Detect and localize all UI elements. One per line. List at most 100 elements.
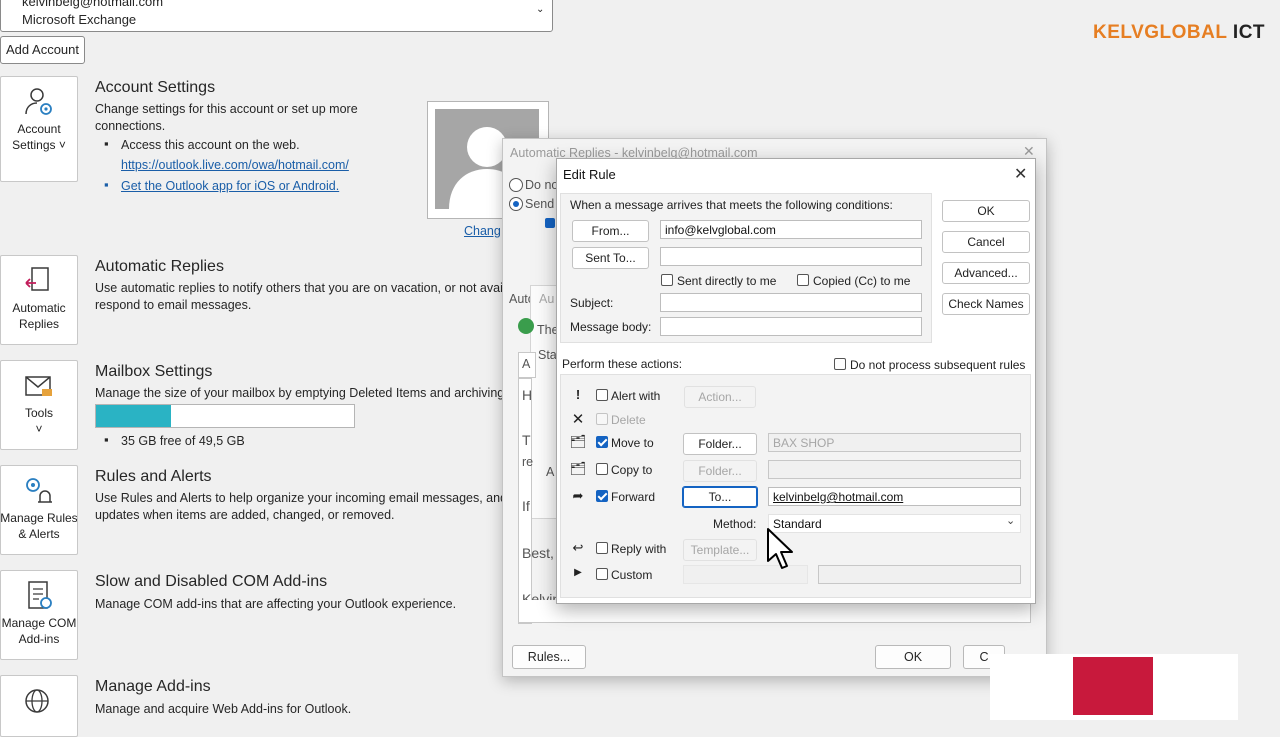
send-replies-radio[interactable] [509, 197, 523, 211]
copied-cc-checkbox[interactable] [797, 274, 809, 286]
alert-with-checkbox[interactable] [596, 389, 608, 401]
manage-rules-tile[interactable]: Manage Rules & Alerts [0, 465, 78, 555]
copy-to-label: Copy to [611, 463, 653, 477]
account-email: kelvinbelg@hotmail.com [22, 0, 164, 9]
manage-addins-title: Manage Add-ins [95, 678, 211, 695]
from-button[interactable]: From... [572, 220, 649, 242]
ghost-text: A [546, 465, 555, 479]
mailbox-settings-title: Mailbox Settings [95, 363, 213, 380]
move-folder-field[interactable]: BAX SHOP [768, 433, 1021, 452]
manage-addins-desc: Manage and acquire Web Add-ins for Outlo… [95, 702, 352, 716]
bullet-icon: ▪ [104, 177, 109, 192]
check-names-button[interactable]: Check Names [942, 293, 1030, 315]
chevron-down-icon[interactable]: ⌄ [1006, 514, 1015, 527]
copied-cc-label: Copied (Cc) to me [813, 274, 911, 288]
copy-folder-field[interactable] [768, 460, 1021, 479]
manage-addins-tile[interactable] [0, 675, 78, 737]
account-settings-icon [25, 88, 52, 115]
reply-with-checkbox[interactable] [596, 542, 608, 554]
ok-button[interactable]: OK [942, 200, 1030, 222]
rules-button[interactable]: Rules... [512, 645, 586, 669]
automatic-replies-tile[interactable]: Automatic Replies [0, 255, 78, 345]
account-settings-title: Account Settings [95, 79, 216, 96]
chevron-down-icon[interactable]: ⌄ [536, 4, 544, 15]
expand-arrow-icon[interactable]: ▶ [569, 567, 587, 578]
message-body-label: Message body: [570, 320, 652, 334]
rules-alerts-desc2: updates when items are added, changed, o… [95, 508, 395, 522]
reply-with-label: Reply with [611, 542, 667, 556]
from-field[interactable]: info@kelvglobal.com [660, 220, 922, 239]
forward-to-button[interactable]: To... [682, 486, 758, 508]
move-to-checkbox[interactable] [596, 436, 608, 448]
ghost-text: H [522, 387, 533, 403]
brand-logo: KELVGLOBAL ICT [1093, 22, 1266, 43]
subject-field[interactable] [660, 293, 922, 312]
com-addins-icon [28, 581, 52, 609]
sent-directly-checkbox[interactable] [661, 274, 673, 286]
storage-text: 35 GB free of 49,5 GB [121, 434, 245, 448]
exclamation-icon: ! [575, 387, 581, 402]
sent-to-field[interactable] [660, 247, 922, 266]
send-replies-label: Send [525, 197, 555, 211]
do-not-send-label: Do no [525, 178, 559, 192]
ghost-text: Sta [538, 348, 557, 362]
ghost-text: If [522, 498, 530, 514]
do-not-send-radio[interactable] [509, 178, 523, 192]
method-label: Method: [713, 517, 757, 531]
move-to-label: Move to [611, 436, 654, 450]
conditions-header: When a message arrives that meets the fo… [570, 198, 893, 212]
advanced-button[interactable]: Advanced... [942, 262, 1030, 284]
custom-label: Custom [611, 568, 653, 582]
account-settings-tile[interactable]: Account Settings ˅ [0, 76, 78, 182]
mobile-app-link[interactable]: Get the Outlook app for iOS or Android. [121, 179, 339, 193]
account-settings-desc: Change settings for this account or set … [95, 102, 358, 133]
copy-folder-button[interactable]: Folder... [683, 460, 757, 482]
do-not-process-label: Do not process subsequent rules [850, 358, 1026, 372]
time-range-checkbox[interactable] [545, 218, 555, 228]
automatic-replies-title: Automatic Replies [95, 258, 224, 275]
alert-with-label: Alert with [611, 389, 661, 403]
custom-checkbox[interactable] [596, 568, 608, 580]
forward-address-field[interactable]: kelvinbelg@hotmail.com [768, 487, 1021, 506]
add-account-button[interactable]: Add Account [0, 36, 85, 64]
overlay-red-block [1073, 657, 1153, 715]
manage-com-tile[interactable]: Manage COM Add-ins [0, 570, 78, 660]
tools-tile[interactable]: Tools ˅ [0, 360, 78, 450]
ghost-text: T [522, 432, 531, 448]
rules-alerts-title: Rules and Alerts [95, 468, 212, 485]
sent-directly-label: Sent directly to me [677, 274, 777, 288]
ghost-text: A [522, 357, 531, 371]
close-icon[interactable]: ✕ [1014, 164, 1027, 184]
mailbox-usage-fill [96, 405, 171, 427]
cancel-button[interactable]: Cancel [942, 231, 1030, 253]
bullet-icon: ▪ [104, 432, 109, 447]
owa-link[interactable]: https://outlook.live.com/owa/hotmail.com… [121, 158, 349, 172]
edit-rule-title: Edit Rule [563, 167, 616, 182]
forward-label: Forward [611, 490, 656, 504]
ghost-text: Best, [522, 545, 554, 561]
mailbox-settings-desc: Manage the size of your mailbox by empty… [95, 386, 505, 400]
action-button[interactable]: Action... [684, 386, 756, 408]
copy-to-checkbox[interactable] [596, 463, 608, 475]
template-button[interactable]: Template... [683, 539, 757, 561]
com-addins-title: Slow and Disabled COM Add-ins [95, 573, 328, 590]
method-select[interactable]: Standard [768, 514, 1021, 533]
sent-to-button[interactable]: Sent To... [572, 247, 649, 269]
message-body-field[interactable] [660, 317, 922, 336]
move-folder-icon: 🗂 [569, 434, 587, 449]
rules-alerts-desc: Use Rules and Alerts to help organize yo… [95, 491, 505, 505]
forward-icon: ➦ [572, 488, 584, 503]
inner-panel [530, 285, 558, 519]
access-web-text: Access this account on the web. [121, 138, 300, 152]
com-addins-desc: Manage COM add-ins that are affecting yo… [95, 597, 457, 611]
change-photo-link[interactable]: Chang [464, 224, 501, 238]
forward-checkbox[interactable] [596, 490, 608, 502]
do-not-process-checkbox[interactable] [834, 358, 846, 370]
delete-x-icon: ✕ [571, 411, 585, 428]
delete-checkbox[interactable] [596, 413, 608, 425]
ghost-text: Au [539, 292, 555, 306]
mouse-cursor-icon [767, 528, 793, 569]
auto-replies-ok-button[interactable]: OK [875, 645, 951, 669]
move-folder-button[interactable]: Folder... [683, 433, 757, 455]
custom-field[interactable] [818, 565, 1021, 584]
